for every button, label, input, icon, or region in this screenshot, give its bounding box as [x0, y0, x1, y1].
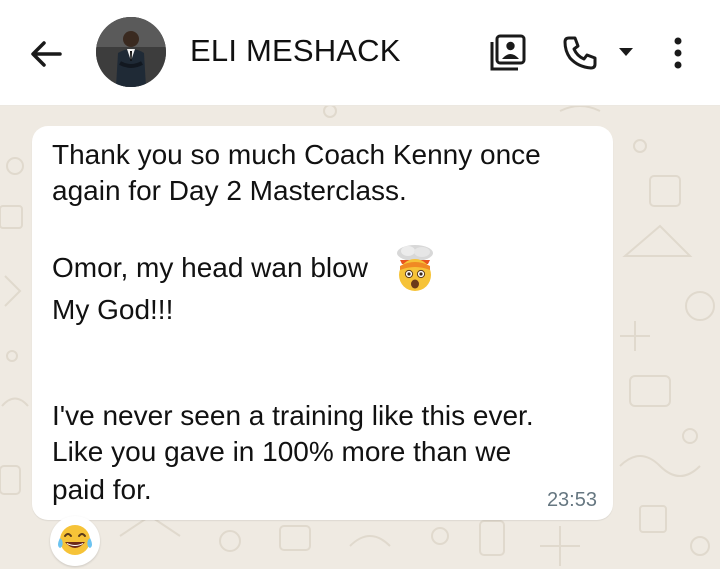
phone-icon[interactable]: [560, 33, 600, 78]
dropdown-icon[interactable]: [616, 42, 636, 67]
face-with-tears-of-joy-emoji: [58, 525, 92, 555]
avatar[interactable]: [96, 17, 166, 87]
message-text-line: Thank you so much Coach Kenny once: [52, 139, 541, 170]
chat-header: ELI MESHACK: [0, 0, 720, 106]
more-vert-icon[interactable]: [666, 33, 690, 78]
message-text-line: My God!!!: [52, 294, 174, 325]
message-timestamp: 23:53: [546, 489, 597, 511]
contact-card-icon[interactable]: [488, 33, 528, 78]
back-arrow-icon[interactable]: [24, 32, 68, 76]
message-text-line: I've never seen a training like this eve…: [52, 400, 534, 431]
reaction-badge[interactable]: [50, 516, 100, 566]
contact-name[interactable]: ELI MESHACK: [190, 33, 401, 69]
message-text-line: Omor, my head wan blow: [52, 252, 368, 283]
message-text-line: again for Day 2 Masterclass.: [52, 175, 407, 206]
message-text-line: paid for.: [52, 474, 152, 505]
exploding-head-emoji: [394, 244, 436, 297]
message-text-line: Like you gave in 100% more than we: [52, 436, 512, 467]
